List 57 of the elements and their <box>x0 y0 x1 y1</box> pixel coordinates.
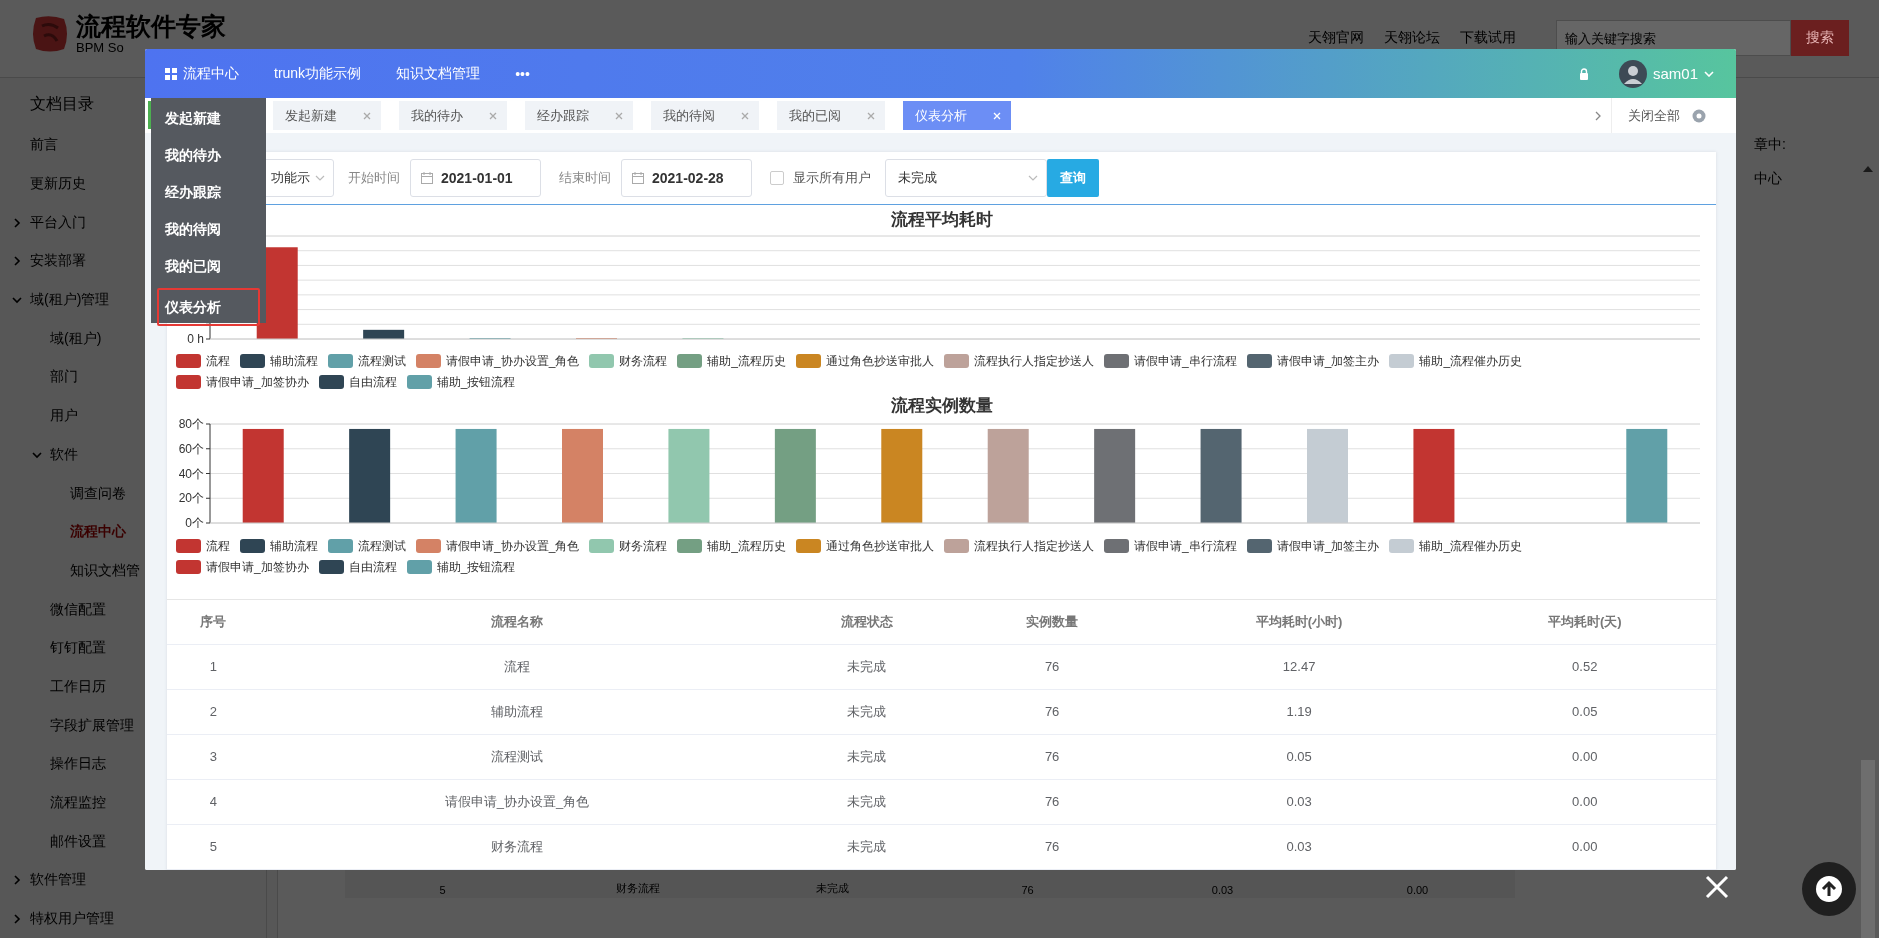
column-header: 流程状态 <box>774 599 960 645</box>
column-header: 平均耗时(小时) <box>1144 599 1454 645</box>
table-cell: 未完成 <box>774 734 960 780</box>
table-cell: 财务流程 <box>259 824 775 870</box>
table-cell-text: 76 <box>1020 884 1035 898</box>
table-cell: 流程测试 <box>259 734 775 780</box>
article-text: 中心 <box>1754 170 1783 188</box>
column-header: 序号 <box>167 599 260 645</box>
axis-label: 0个 <box>185 516 204 528</box>
table-cell: 0.05 <box>1144 734 1454 780</box>
table-cell: 76 <box>959 734 1145 780</box>
table-cell: 1.19 <box>1144 689 1454 735</box>
field-label: 开始时间 <box>348 169 400 187</box>
table-cell: 4 <box>167 779 260 825</box>
table-cell-text: 0.00 <box>1405 884 1430 898</box>
table-cell: 0.00 <box>1453 734 1716 780</box>
table-cell: 1 <box>167 644 260 690</box>
table-cell-text: 5 <box>438 884 447 898</box>
table-cell: 5 <box>167 824 260 870</box>
table-cell: 0.05 <box>1453 689 1716 735</box>
logo-title: 流程软件专家 <box>76 14 226 39</box>
table-cell: 76 <box>959 824 1145 870</box>
axis-label: 0 h <box>187 332 204 346</box>
article-text: 章中: <box>1754 136 1787 154</box>
table-cell: 未完成 <box>774 824 960 870</box>
chart-title: 流程平均耗时 <box>890 210 993 229</box>
column-header: 流程名称 <box>259 599 775 645</box>
table-cell: 76 <box>959 644 1145 690</box>
table-cell-text: 0.03 <box>1210 884 1235 898</box>
logo-subtitle: BPM So <box>76 41 125 54</box>
axis-label: 20个 <box>178 491 204 506</box>
table-cell-text: 财务流程 <box>614 881 661 896</box>
table-cell: 0.03 <box>1144 779 1454 825</box>
table-cell: 未完成 <box>774 779 960 825</box>
table-cell: 76 <box>959 779 1145 825</box>
table-cell: 未完成 <box>774 644 960 690</box>
chart-title: 流程实例数量 <box>890 396 993 415</box>
axis-label: 60个 <box>178 441 204 456</box>
table-cell: 3 <box>167 734 260 780</box>
table-cell: 0.03 <box>1144 824 1454 870</box>
table-cell: 0.52 <box>1453 644 1716 690</box>
column-header: 平均耗时(天) <box>1453 599 1716 645</box>
table-cell: 请假申请_协办设置_角色 <box>259 779 775 825</box>
table-cell: 12.47 <box>1144 644 1454 690</box>
sidebar-title: 文档目录 <box>30 95 94 112</box>
table-cell: 流程 <box>259 644 775 690</box>
table-cell: 2 <box>167 689 260 735</box>
column-header: 实例数量 <box>959 599 1145 645</box>
table-cell: 0.00 <box>1453 824 1716 870</box>
table-cell: 76 <box>959 689 1145 735</box>
axis-label: 80个 <box>178 418 204 431</box>
table-cell: 未完成 <box>774 689 960 735</box>
table-cell: 0.00 <box>1453 779 1716 825</box>
table-cell: 辅助流程 <box>259 689 775 735</box>
axis-label: 40个 <box>178 466 204 481</box>
field-label: 结束时间 <box>559 169 611 187</box>
table-cell-text: 未完成 <box>815 881 850 896</box>
